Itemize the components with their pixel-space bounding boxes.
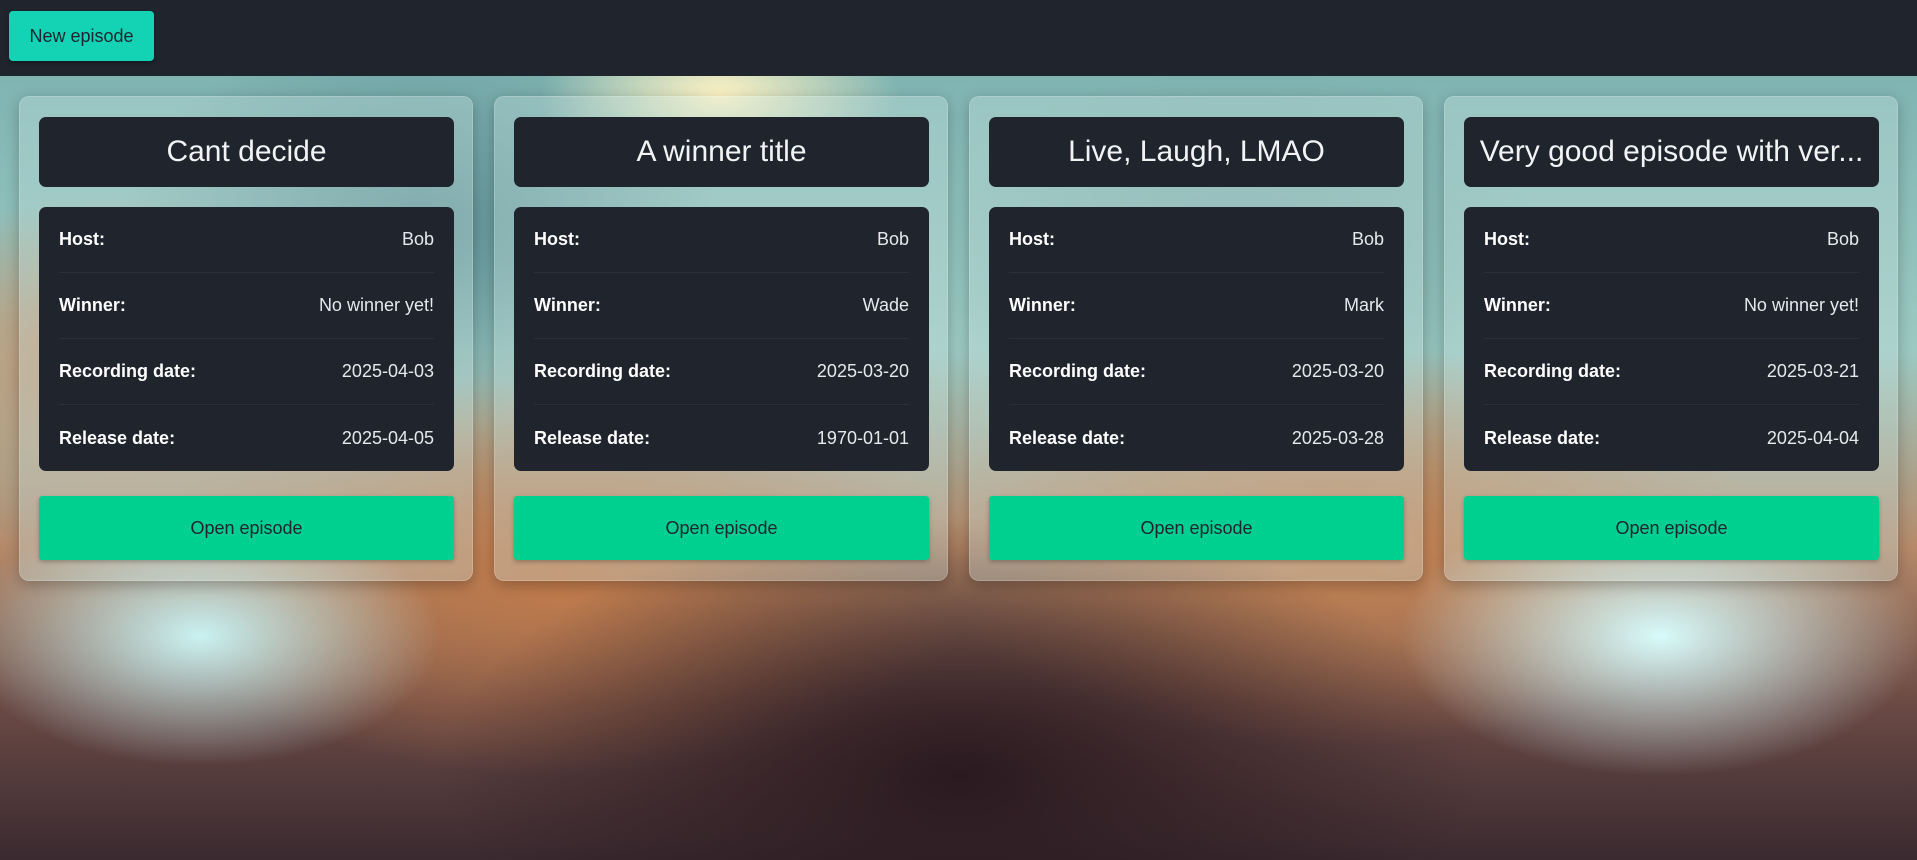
episode-card: Live, Laugh, LMAO Host: Bob Winner: Mark R… xyxy=(969,96,1423,581)
host-row: Host: Bob xyxy=(1484,207,1859,273)
host-row: Host: Bob xyxy=(59,207,434,273)
host-label: Host: xyxy=(534,229,580,249)
episode-card: Cant decide Host: Bob Winner: No winner ye… xyxy=(19,96,473,581)
release-date-label: Release date: xyxy=(534,427,651,448)
open-episode-button[interactable]: Open episode xyxy=(39,496,454,560)
release-date-row: Release date: 2025-03-28 xyxy=(1009,405,1384,471)
recording-date-row: Recording date: 2025-03-20 xyxy=(534,339,909,405)
recording-date-label: Recording date: xyxy=(1484,361,1622,381)
winner-value: Wade xyxy=(862,295,909,315)
release-date-row: Release date: 2025-04-04 xyxy=(1484,405,1859,471)
host-label: Host: xyxy=(1484,229,1530,249)
episode-title-text: Very good episode with ver... xyxy=(1479,135,1864,168)
episode-title-text: Live, Laugh, LMAO xyxy=(1068,135,1325,168)
host-value: Bob xyxy=(876,229,909,249)
winner-label: Winner: xyxy=(1484,295,1551,315)
winner-label: Winner: xyxy=(1009,295,1076,315)
host-label: Host: xyxy=(1009,229,1055,249)
winner-row: Winner: No winner yet! xyxy=(1484,273,1859,339)
host-value: Bob xyxy=(1351,229,1384,249)
host-value: Bob xyxy=(1826,229,1859,249)
recording-date-label: Recording date: xyxy=(59,361,197,381)
recording-date-label: Recording date: xyxy=(534,361,672,381)
host-row: Host: Bob xyxy=(1009,207,1384,273)
release-date-value: 2025-03-28 xyxy=(1291,427,1384,448)
recording-date-label: Recording date: xyxy=(1009,361,1147,381)
host-value: Bob xyxy=(401,229,434,249)
open-episode-button[interactable]: Open episode xyxy=(1464,496,1879,560)
top-bar: New episode xyxy=(0,0,1917,76)
recording-date-value: 2025-03-20 xyxy=(1291,361,1384,381)
episode-title: A winner title xyxy=(514,117,929,187)
recording-date-row: Recording date: 2025-03-20 xyxy=(1009,339,1384,405)
recording-date-row: Recording date: 2025-03-21 xyxy=(1484,339,1859,405)
open-episode-button[interactable]: Open episode xyxy=(514,496,929,560)
winner-label: Winner: xyxy=(534,295,601,315)
episode-card: Very good episode with ver... Host: Bob W… xyxy=(1444,96,1898,581)
host-label: Host: xyxy=(59,229,105,249)
release-date-label: Release date: xyxy=(59,427,176,448)
episode-title: Live, Laugh, LMAO xyxy=(989,117,1404,187)
winner-value: Mark xyxy=(1344,295,1384,315)
winner-row: Winner: Mark xyxy=(1009,273,1384,339)
episode-title: Cant decide xyxy=(39,117,454,187)
recording-date-value: 2025-03-21 xyxy=(1766,361,1859,381)
release-date-row: Release date: 2025-04-05 xyxy=(59,405,434,471)
episode-card: A winner title Host: Bob Winner: Wade Reco… xyxy=(494,96,948,581)
release-date-value: 2025-04-05 xyxy=(341,427,434,448)
episode-details: Host: Bob Winner: Wade Recording date: 2025… xyxy=(514,207,929,471)
winner-row: Winner: No winner yet! xyxy=(59,273,434,339)
winner-label: Winner: xyxy=(59,295,126,315)
release-date-value: 2025-04-04 xyxy=(1766,427,1859,448)
host-row: Host: Bob xyxy=(534,207,909,273)
episode-details: Host: Bob Winner: Mark Recording date: 2025… xyxy=(989,207,1404,471)
new-episode-button[interactable]: New episode xyxy=(9,11,154,61)
winner-value: No winner yet! xyxy=(318,295,434,315)
release-date-label: Release date: xyxy=(1484,427,1601,448)
recording-date-row: Recording date: 2025-04-03 xyxy=(59,339,434,405)
winner-row: Winner: Wade xyxy=(534,273,909,339)
release-date-row: Release date: 1970-01-01 xyxy=(534,405,909,471)
episode-title-text: Cant decide xyxy=(166,135,327,168)
episode-title-text: A winner title xyxy=(636,135,807,168)
episode-title: Very good episode with ver... xyxy=(1464,117,1879,187)
open-episode-button[interactable]: Open episode xyxy=(989,496,1404,560)
episode-grid: Cant decide Host: Bob Winner: No winner ye… xyxy=(0,0,1917,860)
recording-date-value: 2025-04-03 xyxy=(341,361,434,381)
winner-value: No winner yet! xyxy=(1743,295,1859,315)
episode-details: Host: Bob Winner: No winner yet! Recording… xyxy=(39,207,454,471)
release-date-label: Release date: xyxy=(1009,427,1126,448)
recording-date-value: 2025-03-20 xyxy=(816,361,909,381)
release-date-value: 1970-01-01 xyxy=(816,427,909,448)
episode-details: Host: Bob Winner: No winner yet! Recording… xyxy=(1464,207,1879,471)
